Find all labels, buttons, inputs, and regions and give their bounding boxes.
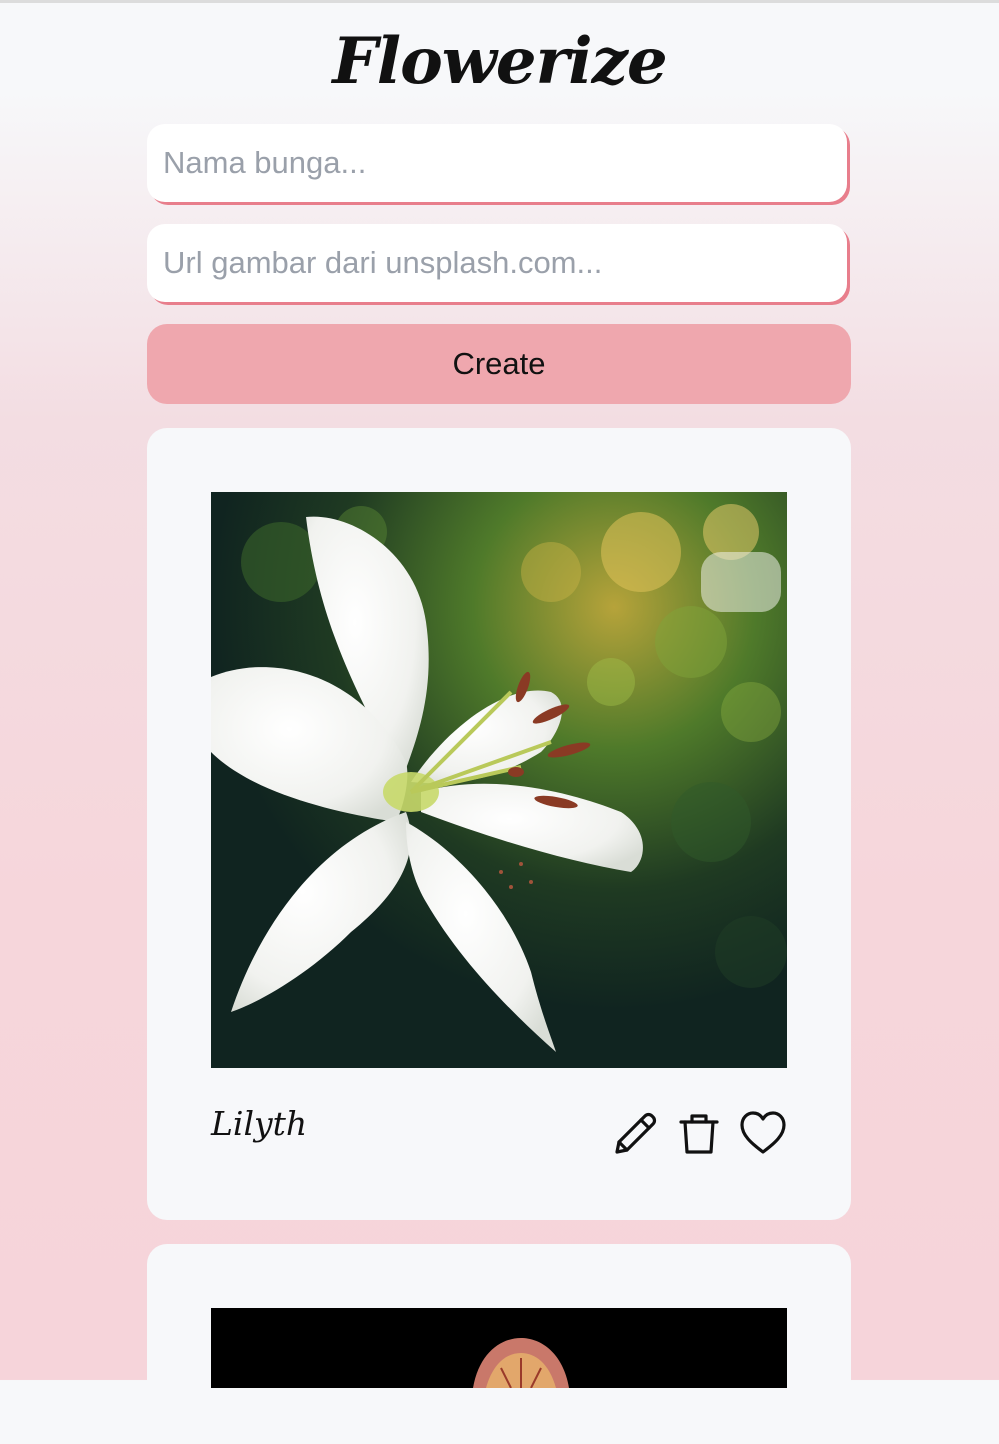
image-url-input[interactable] (147, 224, 847, 302)
flower-name-input[interactable] (147, 124, 847, 202)
heart-icon[interactable] (739, 1110, 787, 1158)
card-actions (611, 1110, 791, 1158)
flower-card: Lilyth (147, 428, 851, 1220)
flower-photo (211, 1308, 787, 1388)
pencil-icon[interactable] (611, 1110, 659, 1158)
trash-icon[interactable] (675, 1110, 723, 1158)
create-button[interactable]: Create (147, 324, 851, 404)
app-title: Flowerize (332, 24, 667, 99)
flower-card (147, 1244, 851, 1444)
top-border (0, 0, 999, 3)
flower-name: Lilyth (211, 1104, 308, 1143)
flower-photo (211, 492, 787, 1068)
